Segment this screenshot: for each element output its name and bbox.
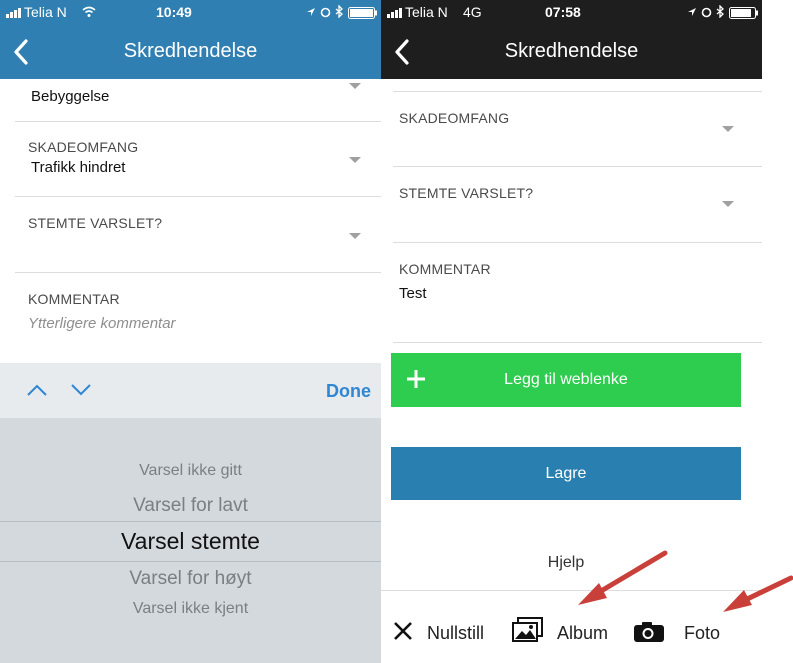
caret-down-icon: [722, 201, 734, 207]
album-label: Album: [557, 623, 609, 643]
nav-bar: Skredhendelse: [0, 26, 381, 79]
carrier-label: Telia N: [24, 4, 67, 20]
photo-label: Foto: [684, 623, 721, 643]
bluetooth-icon: [335, 5, 343, 18]
signal-icon: [387, 8, 402, 18]
caret-down-icon: [349, 83, 361, 89]
add-weblink-button[interactable]: Legg til weblenke: [391, 353, 741, 407]
close-x-icon: [394, 622, 412, 640]
picker-toolbar: Done: [0, 363, 381, 418]
nav-bar: Skredhendelse: [381, 26, 762, 79]
chevron-up-icon[interactable]: [26, 383, 48, 397]
caret-down-icon: [349, 233, 361, 239]
field-value: Bebyggelse: [31, 88, 110, 105]
status-bar: Telia N 4G 07:58: [381, 0, 762, 26]
picker-option[interactable]: Varsel ikke kjent: [0, 600, 381, 618]
battery-icon: [348, 7, 377, 19]
location-icon: [307, 8, 315, 16]
field-value: Trafikk hindret: [31, 159, 126, 176]
field-stemte-varslet[interactable]: STEMTE VARSLET?: [381, 167, 762, 243]
field-label: SKADEOMFANG: [399, 110, 510, 126]
left-phone-screen: Telia N 10:49 Skredhendelse Bebyggelse S…: [0, 0, 381, 663]
save-label: Lagre: [545, 465, 587, 482]
clock: 10:49: [156, 4, 192, 20]
picker-selection-line: [0, 521, 381, 522]
picker-option[interactable]: Varsel for høyt: [0, 568, 381, 590]
picker-option-selected[interactable]: Varsel stemte: [0, 528, 381, 555]
field-label: KOMMENTAR: [28, 291, 120, 307]
field-label: SKADEOMFANG: [28, 139, 139, 155]
field-label: STEMTE VARSLET?: [399, 185, 534, 201]
bluetooth-icon: [716, 5, 724, 18]
page-title: Skredhendelse: [504, 40, 639, 62]
clock: 07:58: [545, 4, 581, 20]
bottom-toolbar: Nullstill Album Foto: [381, 590, 762, 663]
field-label: KOMMENTAR: [399, 261, 491, 277]
picker-option[interactable]: Varsel ikke gitt: [0, 462, 381, 480]
status-bar: Telia N 10:49: [0, 0, 381, 26]
field-stemte-varslet[interactable]: STEMTE VARSLET?: [0, 197, 381, 273]
field-label: STEMTE VARSLET?: [28, 215, 163, 231]
field-skadeomfang[interactable]: SKADEOMFANG Trafikk hindret: [0, 122, 381, 197]
save-button[interactable]: Lagre: [391, 447, 741, 500]
field-skadeomfang[interactable]: SKADEOMFANG: [381, 92, 762, 167]
album-button[interactable]: Album: [509, 591, 619, 663]
field-kommentar[interactable]: KOMMENTAR Test: [381, 243, 762, 343]
photo-button[interactable]: Foto: [631, 591, 741, 663]
picker-option[interactable]: Varsel for lavt: [0, 495, 381, 517]
album-icon: [512, 617, 543, 642]
add-weblink-label: Legg til weblenke: [504, 371, 628, 388]
network-label: 4G: [463, 4, 482, 20]
battery-icon: [729, 7, 758, 19]
caret-down-icon: [349, 157, 361, 163]
chevron-down-icon[interactable]: [70, 383, 92, 397]
wifi-icon: [82, 6, 96, 17]
picker-selection-line: [0, 561, 381, 562]
caret-down-icon: [722, 126, 734, 132]
camera-icon: [634, 622, 664, 642]
carrier-label: Telia N: [405, 4, 448, 20]
location-icon: [688, 8, 696, 16]
page-title: Skredhendelse: [123, 40, 258, 62]
alarm-icon: [320, 7, 331, 18]
divider: [393, 342, 762, 343]
right-phone-screen: Telia N 4G 07:58 Skredhendelse SKADEOMFA…: [381, 0, 762, 663]
kommentar-input[interactable]: Test: [399, 285, 427, 302]
reset-button[interactable]: Nullstill: [391, 591, 491, 663]
signal-icon: [6, 8, 21, 18]
help-link[interactable]: Hjelp: [381, 554, 751, 572]
field-kommentar[interactable]: KOMMENTAR Ytterligere kommentar: [0, 273, 381, 363]
reset-label: Nullstill: [427, 623, 485, 643]
done-button[interactable]: Done: [326, 381, 371, 402]
picker-wheel[interactable]: Varsel ikke gitt Varsel for lavt Varsel …: [0, 418, 381, 663]
alarm-icon: [701, 7, 712, 18]
kommentar-input[interactable]: Ytterligere kommentar: [28, 315, 176, 332]
field-bebyggelse[interactable]: Bebyggelse: [0, 79, 381, 122]
